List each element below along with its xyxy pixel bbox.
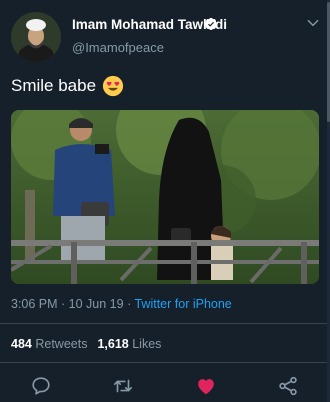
tweet-text-content: Smile babe xyxy=(11,76,97,95)
likes-stat[interactable]: 1,618 Likes xyxy=(97,337,161,351)
retweet-icon xyxy=(113,379,133,393)
share-icon xyxy=(279,376,297,396)
meta-separator-2: · xyxy=(123,297,135,311)
engagement-stats: 484 Retweets 1,618 Likes xyxy=(11,337,161,351)
tweet-source-link[interactable]: Twitter for iPhone xyxy=(134,297,231,311)
avatar[interactable] xyxy=(11,12,61,62)
share-button[interactable] xyxy=(277,375,299,397)
retweets-label: Retweets xyxy=(35,337,88,351)
heart-icon xyxy=(198,379,214,395)
tweet-timestamp: 3:06 PM · 10 Jun 19 · Twitter for iPhone xyxy=(11,297,232,311)
tweet-date: 10 Jun 19 xyxy=(68,297,124,311)
tweet-time: 3:06 PM xyxy=(11,297,58,311)
tweet-photo[interactable] xyxy=(11,110,319,284)
chevron-down-icon[interactable] xyxy=(306,16,320,30)
retweets-count: 484 xyxy=(11,337,32,351)
retweet-button[interactable] xyxy=(112,375,134,397)
likes-count: 1,618 xyxy=(97,337,129,351)
verified-badge-icon xyxy=(204,17,218,31)
meta-separator-1: · xyxy=(57,297,69,311)
divider xyxy=(0,362,330,363)
tweet-text: Smile babe xyxy=(11,75,124,97)
like-button[interactable] xyxy=(195,375,217,397)
retweets-stat[interactable]: 484 Retweets xyxy=(11,337,87,351)
heart-eyes-emoji-icon xyxy=(102,75,124,97)
reply-button[interactable] xyxy=(30,375,52,397)
tweet-detail: Imam Mohamad Tawhidi @Imamofpeace Smile … xyxy=(0,0,330,402)
likes-label: Likes xyxy=(132,337,162,351)
divider xyxy=(0,323,330,324)
speech-bubble-icon xyxy=(32,377,50,395)
user-handle[interactable]: @Imamofpeace xyxy=(72,40,164,55)
